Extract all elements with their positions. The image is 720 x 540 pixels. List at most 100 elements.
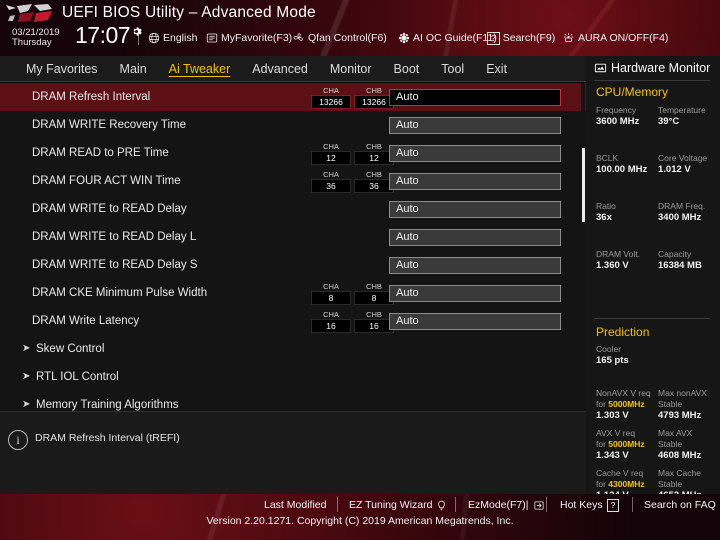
readout-label: Frequency bbox=[596, 105, 637, 115]
footer-item-label: Last Modified bbox=[264, 499, 327, 511]
setting-value-dropdown[interactable]: Auto bbox=[389, 172, 561, 190]
readout-label: BCLK bbox=[596, 153, 619, 163]
rog-logo-icon bbox=[6, 4, 52, 22]
channel-label: CHA bbox=[323, 169, 339, 179]
version-text: Version 2.20.1271. Copyright (C) 2019 Am… bbox=[206, 515, 514, 527]
setting-row[interactable]: DRAM Write Latency CHA 16 CHB 16 Auto bbox=[0, 307, 586, 335]
readout-label: Temperature bbox=[658, 105, 706, 115]
monitor-readout: Capacity 16384 MB bbox=[658, 249, 720, 272]
tab-main[interactable]: Main bbox=[109, 57, 158, 81]
footer-item-search-on-faq[interactable]: Search on FAQ bbox=[644, 497, 716, 513]
header-item-label: MyFavorite(F3) bbox=[221, 32, 293, 44]
readout-value: 1.343 V bbox=[596, 450, 629, 461]
page-title: UEFI BIOS Utility – Advanced Mode bbox=[62, 4, 316, 21]
help-panel: i DRAM Refresh Interval (tREFI) bbox=[0, 411, 586, 494]
submenu-row[interactable]: ➤ Memory Training Algorithms bbox=[0, 391, 586, 411]
prediction-readout: NonAVX V req for 5000MHz 1.303 V bbox=[596, 388, 658, 422]
setting-value-dropdown[interactable]: Auto bbox=[389, 116, 561, 134]
footer-divider bbox=[337, 497, 338, 512]
footer-item-ez-tuning-wizard[interactable]: EZ Tuning Wizard bbox=[349, 497, 447, 513]
footer-item-last-modified[interactable]: Last Modified bbox=[264, 497, 326, 513]
setting-value-dropdown[interactable]: Auto bbox=[389, 284, 561, 302]
channel-value: 36 bbox=[354, 178, 394, 193]
channel-label: CHB bbox=[366, 309, 382, 319]
setting-row[interactable]: DRAM FOUR ACT WIN Time CHA 36 CHB 36 Auto bbox=[0, 167, 586, 195]
setting-value-dropdown[interactable]: Auto bbox=[389, 144, 561, 162]
channel-cha-readout: CHA 13266 bbox=[311, 86, 351, 109]
readout-label: DRAM Volt. bbox=[596, 249, 640, 259]
channel-label: CHB bbox=[366, 141, 382, 151]
fan-icon bbox=[293, 33, 303, 41]
setting-row[interactable]: DRAM WRITE Recovery Time Auto bbox=[0, 111, 586, 139]
readout-label: Ratio bbox=[596, 201, 616, 211]
channel-cha-readout: CHA 16 bbox=[311, 310, 351, 333]
chevron-right-icon: ➤ bbox=[22, 371, 31, 382]
question-box-icon: ? bbox=[606, 498, 620, 512]
setting-label: DRAM READ to PRE Time bbox=[32, 147, 169, 159]
channel-chb-readout: CHB 16 bbox=[354, 310, 394, 333]
setting-value-dropdown[interactable]: Auto bbox=[389, 256, 561, 274]
setting-value-dropdown[interactable]: Auto bbox=[389, 228, 561, 246]
submenu-row[interactable]: ➤ RTL IOL Control bbox=[0, 363, 586, 391]
header-item-aura[interactable]: AURA ON/OFF(F4) bbox=[562, 30, 668, 46]
readout-label: DRAM Freq. bbox=[658, 201, 706, 211]
chip-icon bbox=[398, 32, 410, 44]
setting-label: DRAM WRITE to READ Delay L bbox=[32, 231, 197, 243]
submenu-row[interactable]: ➤ Skew Control bbox=[0, 335, 586, 363]
tab-advanced[interactable]: Advanced bbox=[241, 57, 319, 81]
readout-label-prefix: for bbox=[596, 399, 609, 409]
setting-row[interactable]: DRAM READ to PRE Time CHA 12 CHB 12 Auto bbox=[0, 139, 586, 167]
setting-row[interactable]: DRAM CKE Minimum Pulse Width CHA 8 CHB 8 Auto bbox=[0, 279, 586, 307]
scrollbar-track[interactable] bbox=[581, 83, 585, 411]
tab-ai-tweaker[interactable]: Ai Tweaker bbox=[158, 57, 242, 81]
setting-label: DRAM CKE Minimum Pulse Width bbox=[32, 287, 208, 299]
aura-icon bbox=[563, 33, 574, 42]
readout-label: Max AVX bbox=[658, 428, 693, 438]
setting-row[interactable]: DRAM WRITE to READ Delay S Auto bbox=[0, 251, 586, 279]
monitor-readout: Ratio 36x bbox=[596, 201, 658, 224]
footer-item-ezmode[interactable]: EzMode(F7)| bbox=[468, 497, 545, 513]
header-item-label: Qfan Control(F6) bbox=[308, 32, 387, 44]
readout-value: 16384 MB bbox=[658, 260, 702, 271]
header-item-label: AURA ON/OFF(F4) bbox=[578, 32, 669, 44]
header-item-myfavorite[interactable]: MyFavorite(F3) bbox=[206, 30, 292, 46]
header-item-qfan-control[interactable]: Qfan Control(F6) bbox=[292, 30, 387, 46]
setting-label: DRAM Refresh Interval bbox=[32, 91, 151, 103]
readout-label-prefix: for bbox=[596, 479, 609, 489]
setting-label: DRAM WRITE to READ Delay bbox=[32, 203, 187, 215]
tab-boot[interactable]: Boot bbox=[383, 57, 431, 81]
footer-divider bbox=[546, 497, 547, 512]
channel-label: CHA bbox=[323, 85, 339, 95]
main-nav: My Favorites Main Ai Tweaker Advanced Monito… bbox=[0, 56, 586, 82]
setting-row[interactable]: DRAM WRITE to READ Delay L Auto bbox=[0, 223, 586, 251]
readout-value: 4793 MHz bbox=[658, 410, 702, 421]
channel-value: 12 bbox=[354, 150, 394, 165]
header-item-english[interactable]: English bbox=[148, 30, 197, 46]
setting-value-dropdown[interactable]: Auto bbox=[389, 312, 561, 330]
setting-value-dropdown[interactable]: Auto bbox=[389, 200, 561, 218]
weekday-text: Thursday bbox=[12, 36, 52, 48]
header-divider bbox=[138, 28, 139, 45]
channel-label: CHB bbox=[366, 169, 382, 179]
setting-label: DRAM WRITE to READ Delay S bbox=[32, 259, 198, 271]
gear-icon[interactable] bbox=[131, 26, 142, 37]
setting-value-dropdown[interactable]: Auto bbox=[389, 88, 561, 106]
footer-item-label: EzMode(F7)| bbox=[468, 499, 529, 511]
setting-row[interactable]: DRAM Refresh Interval CHA 13266 CHB 13266 Aut… bbox=[0, 83, 586, 111]
footer-item-hot-keys[interactable]: Hot Keys ? bbox=[560, 497, 620, 513]
channel-label: CHB bbox=[366, 85, 382, 95]
tab-my-favorites[interactable]: My Favorites bbox=[0, 57, 109, 81]
header-item-search[interactable]: ? Search(F9) bbox=[487, 30, 555, 46]
tab-monitor[interactable]: Monitor bbox=[319, 57, 383, 81]
bios-screen: UEFI BIOS Utility – Advanced Mode 03/21/… bbox=[0, 0, 720, 540]
scrollbar-thumb[interactable] bbox=[582, 148, 585, 222]
chevron-right-icon: ➤ bbox=[22, 399, 31, 410]
header-item-ai-oc-guide[interactable]: AI OC Guide(F11) bbox=[398, 30, 497, 46]
readout-value: 1.360 V bbox=[596, 260, 629, 271]
tab-exit[interactable]: Exit bbox=[475, 57, 518, 81]
channel-value: 16 bbox=[311, 318, 351, 333]
tab-tool[interactable]: Tool bbox=[430, 57, 475, 81]
channel-value: 13266 bbox=[354, 94, 394, 109]
channel-chb-readout: CHB 13266 bbox=[354, 86, 394, 109]
setting-row[interactable]: DRAM WRITE to READ Delay Auto bbox=[0, 195, 586, 223]
